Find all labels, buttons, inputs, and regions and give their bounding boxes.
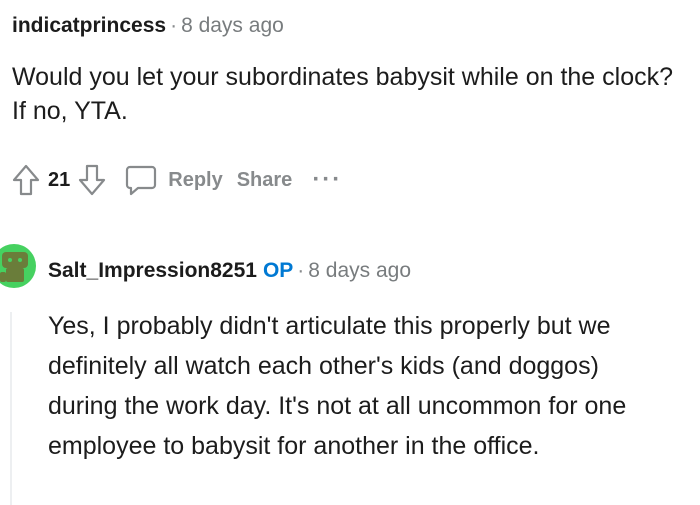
comment-timestamp[interactable]: 8 days ago <box>181 14 284 37</box>
snoo-avatar-icon <box>0 244 36 288</box>
op-badge: OP <box>262 259 294 282</box>
comment-actions: 21 Reply Share ··· <box>8 160 342 200</box>
reply-author[interactable]: Salt_Impression8251 <box>48 259 257 282</box>
comment-header: indicatprincess · 8 days ago <box>12 12 688 40</box>
share-label: Share <box>236 168 293 191</box>
more-options-button[interactable]: ··· <box>312 166 342 194</box>
comment-author[interactable]: indicatprincess <box>12 14 166 37</box>
reply-button[interactable]: Reply <box>124 164 223 196</box>
avatar[interactable] <box>0 238 36 294</box>
more-dots-icon: ··· <box>312 166 343 193</box>
reply-body: Yes, I probably didn't articulate this p… <box>48 312 627 460</box>
reply-label: Reply <box>168 168 223 191</box>
share-button[interactable]: Share <box>237 169 293 192</box>
comment-meta: indicatprincess · 8 days ago <box>12 12 688 40</box>
reply-timestamp[interactable]: 8 days ago <box>308 259 411 282</box>
downvote-button[interactable] <box>74 162 110 198</box>
comment-body: Would you let your subordinates babysit … <box>12 63 674 125</box>
upvote-button[interactable] <box>8 162 44 198</box>
vote-score: 21 <box>48 168 71 191</box>
upvote-icon <box>12 164 40 196</box>
comment-bubble-icon <box>126 165 157 196</box>
meta-separator: · <box>170 14 178 37</box>
reply-meta: Salt_Impression8251 OP · 8 days ago <box>48 257 411 285</box>
thread-line[interactable] <box>10 312 12 505</box>
downvote-icon <box>79 164 106 196</box>
meta-separator: · <box>297 259 305 282</box>
